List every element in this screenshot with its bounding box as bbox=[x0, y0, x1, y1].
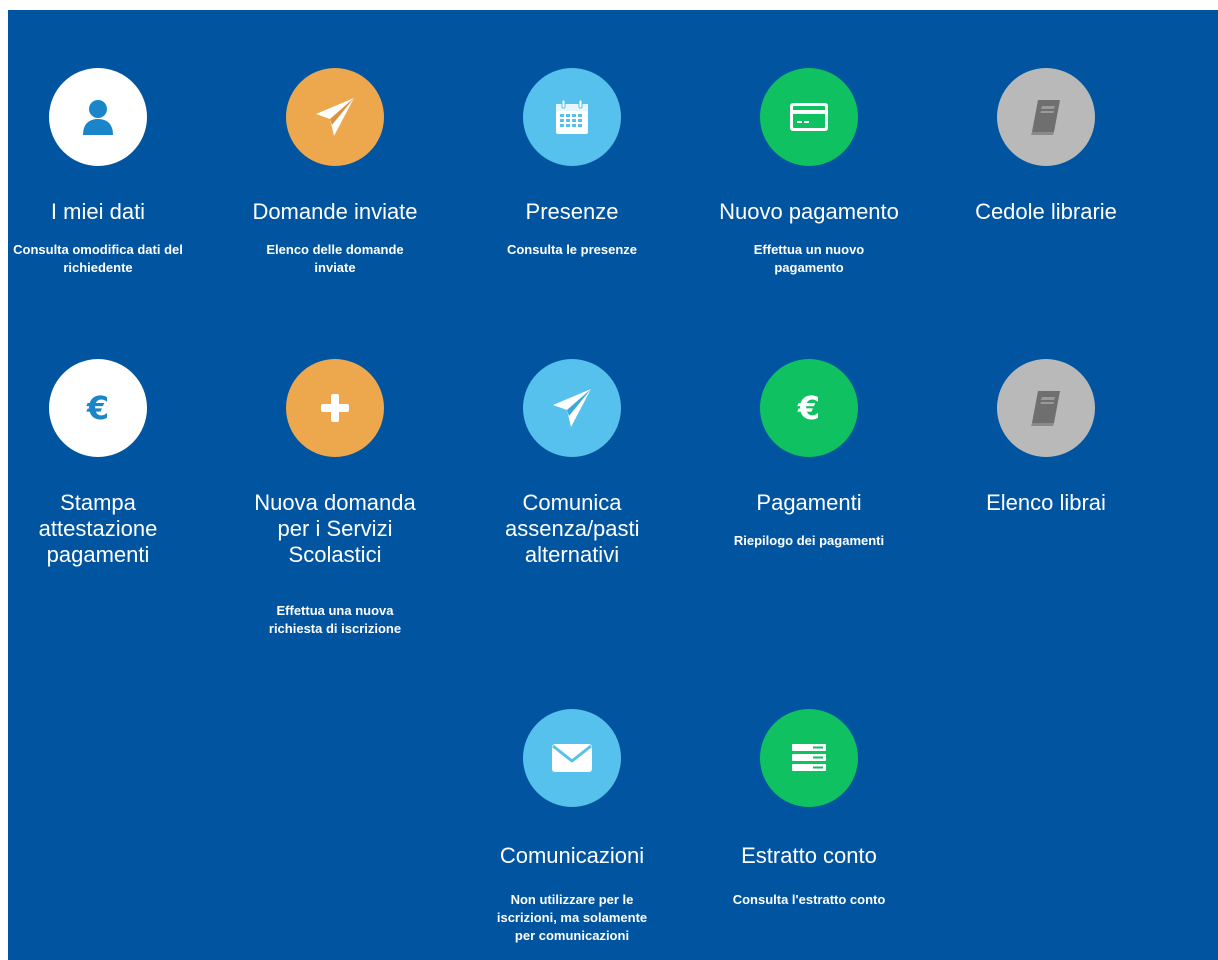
tile-domande-inviate[interactable]: Domande inviate Elenco delle domande inv… bbox=[220, 68, 450, 277]
tile-title: Nuovo pagamento bbox=[719, 199, 899, 224]
tile-description: Non utilizzare per le iscrizioni, ma sol… bbox=[496, 892, 648, 943]
tile-icon-circle bbox=[760, 68, 858, 166]
tile-comunicazioni[interactable]: Comunicazioni Non utilizzare per le iscr… bbox=[457, 709, 687, 945]
server-list-icon bbox=[792, 744, 826, 771]
tile-description: Consulta le presenze bbox=[506, 242, 638, 257]
envelope-icon bbox=[552, 744, 592, 772]
tile-icon-circle bbox=[523, 359, 621, 457]
tile-title: Domande inviate bbox=[252, 199, 418, 224]
tile-description: Effettua una nuova richiesta di iscrizio… bbox=[268, 603, 402, 636]
tile-title: Nuova domanda per i Servizi Scolastici bbox=[254, 490, 416, 567]
tile-stampa-attestazione-pagamenti[interactable]: € Stampa attestazione pagamenti bbox=[0, 359, 213, 584]
services-panel: I miei dati Consulta omodifica dati del … bbox=[8, 10, 1218, 960]
svg-text:€: € bbox=[86, 389, 109, 427]
tile-title: Presenze bbox=[525, 199, 619, 224]
tile-icon-circle bbox=[760, 709, 858, 807]
tile-title: Pagamenti bbox=[756, 490, 862, 515]
tile-comunica-assenza[interactable]: Comunica assenza/pasti alternativi bbox=[457, 359, 687, 584]
book-icon bbox=[1031, 391, 1060, 426]
tile-description: Effettua un nuovo pagamento bbox=[753, 242, 865, 275]
tile-description: Consulta omodifica dati del richiedente bbox=[13, 242, 183, 275]
tile-presenze[interactable]: Presenze Consulta le presenze bbox=[457, 68, 687, 259]
tile-title: Stampa attestazione pagamenti bbox=[38, 490, 158, 567]
tile-icon-circle bbox=[286, 68, 384, 166]
tile-icon-circle bbox=[523, 709, 621, 807]
tile-nuovo-pagamento[interactable]: Nuovo pagamento Effettua un nuovo pagame… bbox=[694, 68, 924, 277]
tile-description: Riepilogo dei pagamenti bbox=[733, 533, 885, 548]
tile-icon-circle bbox=[997, 359, 1095, 457]
tile-estratto-conto[interactable]: Estratto conto Consulta l'estratto conto bbox=[694, 709, 924, 909]
paper-plane-icon bbox=[316, 98, 354, 136]
euro-icon: € bbox=[797, 389, 820, 427]
paper-plane-icon bbox=[553, 389, 591, 427]
credit-card-icon bbox=[790, 103, 828, 131]
tile-title: Estratto conto bbox=[741, 843, 877, 868]
tile-cedole-librarie[interactable]: Cedole librarie bbox=[931, 68, 1161, 241]
tile-title: Cedole librarie bbox=[975, 199, 1117, 224]
tile-title: Comunicazioni bbox=[499, 843, 645, 868]
tile-icon-circle: € bbox=[760, 359, 858, 457]
tile-pagamenti[interactable]: € Pagamenti Riepilogo dei pagamenti bbox=[694, 359, 924, 550]
euro-icon: € bbox=[86, 389, 109, 427]
tile-title: Comunica assenza/pasti alternativi bbox=[505, 490, 640, 567]
tile-icon-circle bbox=[523, 68, 621, 166]
tile-nuova-domanda[interactable]: Nuova domanda per i Servizi Scolastici E… bbox=[220, 359, 450, 638]
tile-description: Consulta l'estratto conto bbox=[732, 892, 886, 907]
svg-text:€: € bbox=[797, 389, 820, 427]
calendar-icon bbox=[556, 99, 588, 134]
tile-icon-circle bbox=[286, 359, 384, 457]
tile-icon-circle bbox=[49, 68, 147, 166]
plus-icon bbox=[321, 394, 349, 422]
tile-description: Elenco delle domande inviate bbox=[266, 242, 404, 275]
tile-title: I miei dati bbox=[50, 199, 146, 224]
tile-title: Elenco librai bbox=[986, 490, 1106, 515]
book-icon bbox=[1031, 100, 1060, 135]
user-icon bbox=[83, 100, 113, 135]
tile-icon-circle: € bbox=[49, 359, 147, 457]
tile-elenco-librai[interactable]: Elenco librai bbox=[931, 359, 1161, 532]
tile-icon-circle bbox=[997, 68, 1095, 166]
tile-i-miei-dati[interactable]: I miei dati Consulta omodifica dati del … bbox=[0, 68, 213, 277]
